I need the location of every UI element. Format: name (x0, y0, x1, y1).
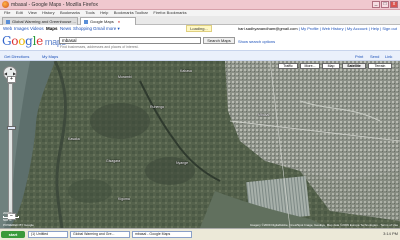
scale-ft: 2000 ft (3, 211, 13, 215)
zoom-in-button[interactable]: + (7, 76, 16, 83)
firefox-icon (2, 1, 9, 8)
place-label: Gisagara (106, 159, 121, 163)
maximize-button[interactable]: □ (381, 1, 389, 8)
gbar-images[interactable]: Images (14, 26, 29, 31)
tab-strip: Global Warming and Greenhouse ... Google… (0, 16, 400, 25)
powered-by-google[interactable]: POWERED BY Google (3, 223, 34, 227)
map-scale: 2000 ft 500 m (3, 211, 19, 222)
search-input[interactable]: mbasal (59, 37, 201, 44)
traffic-button[interactable]: Traffic (278, 63, 298, 69)
my-account-link[interactable]: My Account (347, 26, 368, 31)
place-label: Mbasal (258, 113, 270, 117)
taskbar-item[interactable]: (1) Untitled (28, 231, 68, 238)
place-label: Ruhengo (150, 105, 165, 109)
window-title-bar: mbasal - Google Maps - Mozilla Firefox _… (0, 0, 400, 10)
more-button[interactable]: More... (300, 63, 320, 69)
google-favicon-icon (84, 19, 88, 24)
user-links: hari.sadhyanandham@gmail.com | My Profil… (237, 26, 397, 31)
gbar-gmail[interactable]: Gmail (93, 26, 105, 31)
place-label: Kasaka (68, 137, 80, 141)
loading-indicator: Loading... (186, 25, 212, 32)
place-label: Murambi (118, 75, 132, 79)
sign-out-link[interactable]: Sign out (382, 26, 397, 31)
taskbar-item[interactable]: mbasal - Google Maps (132, 231, 192, 238)
place-label: Kabasa (180, 69, 192, 73)
taskbar-item[interactable]: Global Warming and Gre... (70, 231, 130, 238)
tab-google-maps[interactable]: Google Maps × (80, 17, 136, 25)
minimize-button[interactable]: _ (372, 1, 380, 8)
maps-nav-row: Get Directions My Maps Print Send Link (0, 50, 400, 61)
taskbar: start (1) Untitled Global Warming and Gr… (0, 228, 400, 240)
gbar-shopping[interactable]: Shopping (73, 26, 92, 31)
gbar-news[interactable]: News (60, 26, 71, 31)
scale-m: 500 m (3, 218, 12, 222)
page-favicon-icon (6, 19, 10, 24)
get-directions-link[interactable]: Get Directions (4, 54, 29, 59)
gbar-maps[interactable]: Maps (46, 26, 58, 31)
help-link[interactable]: Help (371, 26, 379, 31)
send-link[interactable]: Send (370, 54, 379, 59)
close-tab-icon[interactable]: × (118, 19, 120, 24)
map-type-map[interactable]: Map (322, 63, 340, 69)
user-email: hari.sadhyanandham@gmail.com (237, 26, 298, 31)
zoom-slider[interactable]: + − (7, 76, 16, 220)
map-type-terrain[interactable]: Terrain (368, 63, 392, 69)
gbar-web[interactable]: Web (3, 26, 12, 31)
window-title: mbasal - Google Maps - Mozilla Firefox (11, 2, 98, 8)
logo-text: Google (2, 34, 43, 48)
place-label: Kigoma (118, 197, 130, 201)
system-clock: 3:14 PM (383, 231, 398, 236)
my-profile-link[interactable]: My Profile (301, 26, 319, 31)
search-hint: Find businesses, addresses and places of… (60, 45, 139, 49)
google-maps-logo[interactable]: Google maps (2, 35, 66, 48)
search-maps-button[interactable]: Search Maps (203, 37, 235, 44)
satellite-map[interactable]: Murambi Kabasa Ruhengo Kasaka Gisagara N… (0, 61, 400, 228)
satellite-imagery (0, 61, 400, 228)
tab-global-warming[interactable]: Global Warming and Greenhouse ... (2, 17, 78, 25)
print-link[interactable]: Print (355, 54, 363, 59)
close-button[interactable]: x (390, 1, 398, 8)
gbar-videos[interactable]: Videos (30, 26, 44, 31)
web-history-link[interactable]: Web History (322, 26, 344, 31)
map-type-satellite[interactable]: Satellite (342, 63, 366, 69)
place-label: Nyange (176, 161, 189, 165)
start-button[interactable]: start (1, 231, 25, 238)
map-copyright: Imagery ©2009 DigitalGlobe, Cnes/Spot Im… (249, 223, 398, 227)
link-link[interactable]: Link (385, 54, 392, 59)
search-options-link[interactable]: Show search options (238, 39, 275, 44)
search-area: Google maps mbasal Search Maps Show searc… (0, 32, 400, 50)
zoom-slider-knob[interactable] (7, 126, 16, 130)
my-maps-link[interactable]: My Maps (42, 54, 58, 59)
